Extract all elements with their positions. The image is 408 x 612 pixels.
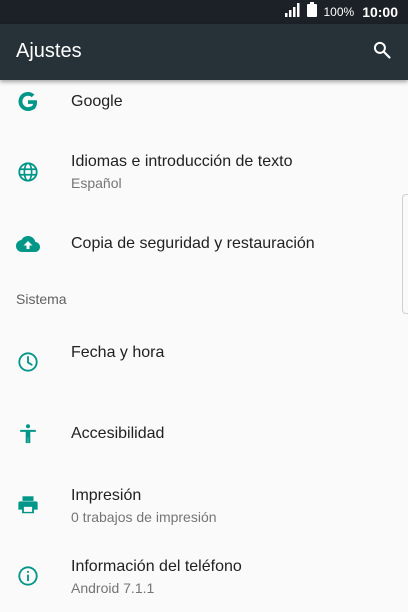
globe-icon	[16, 160, 40, 184]
settings-item-title: Información del teléfono	[71, 558, 242, 575]
cloud-upload-icon	[16, 232, 40, 256]
settings-item-backup[interactable]: Copia de seguridad y restauración	[0, 220, 408, 270]
search-icon	[372, 40, 392, 65]
settings-item-title: Idiomas e introducción de texto	[71, 153, 293, 170]
section-header-sistema: Sistema	[16, 291, 67, 307]
battery-percent: 100%	[323, 5, 355, 19]
settings-item-about-phone[interactable]: Información del teléfono Android 7.1.1	[0, 544, 408, 612]
info-icon	[16, 564, 40, 588]
settings-item-subtitle: 0 trabajos de impresión	[71, 509, 217, 525]
clock-time: 10:00	[362, 4, 398, 20]
settings-item-title: Copia de seguridad y restauración	[71, 235, 315, 252]
battery-icon	[307, 2, 318, 22]
settings-item-printing[interactable]: Impresión 0 trabajos de impresión	[0, 473, 408, 537]
settings-item-subtitle: Android 7.1.1	[71, 580, 155, 596]
scroll-handle[interactable]	[402, 194, 408, 314]
search-button[interactable]	[368, 38, 396, 66]
settings-item-title: Accesibilidad	[71, 425, 165, 442]
google-icon	[16, 90, 40, 114]
settings-item-title: Impresión	[71, 487, 142, 504]
settings-item-google[interactable]: Google	[0, 80, 408, 126]
signal-icon	[285, 2, 301, 22]
settings-item-languages[interactable]: Idiomas e introducción de texto Español	[0, 138, 408, 206]
clock-icon	[16, 350, 40, 374]
settings-item-accessibility[interactable]: Accesibilidad	[0, 410, 408, 460]
page-title: Ajustes	[16, 40, 82, 62]
printer-icon	[16, 493, 40, 517]
status-bar: 100% 10:00	[0, 0, 408, 24]
settings-item-title: Google	[71, 93, 123, 110]
settings-item-title: Fecha y hora	[71, 344, 165, 361]
accessibility-icon	[16, 422, 40, 446]
settings-item-subtitle: Español	[71, 175, 122, 191]
settings-item-date-time[interactable]: Fecha y hora	[0, 330, 408, 390]
app-bar: Ajustes	[0, 24, 408, 80]
